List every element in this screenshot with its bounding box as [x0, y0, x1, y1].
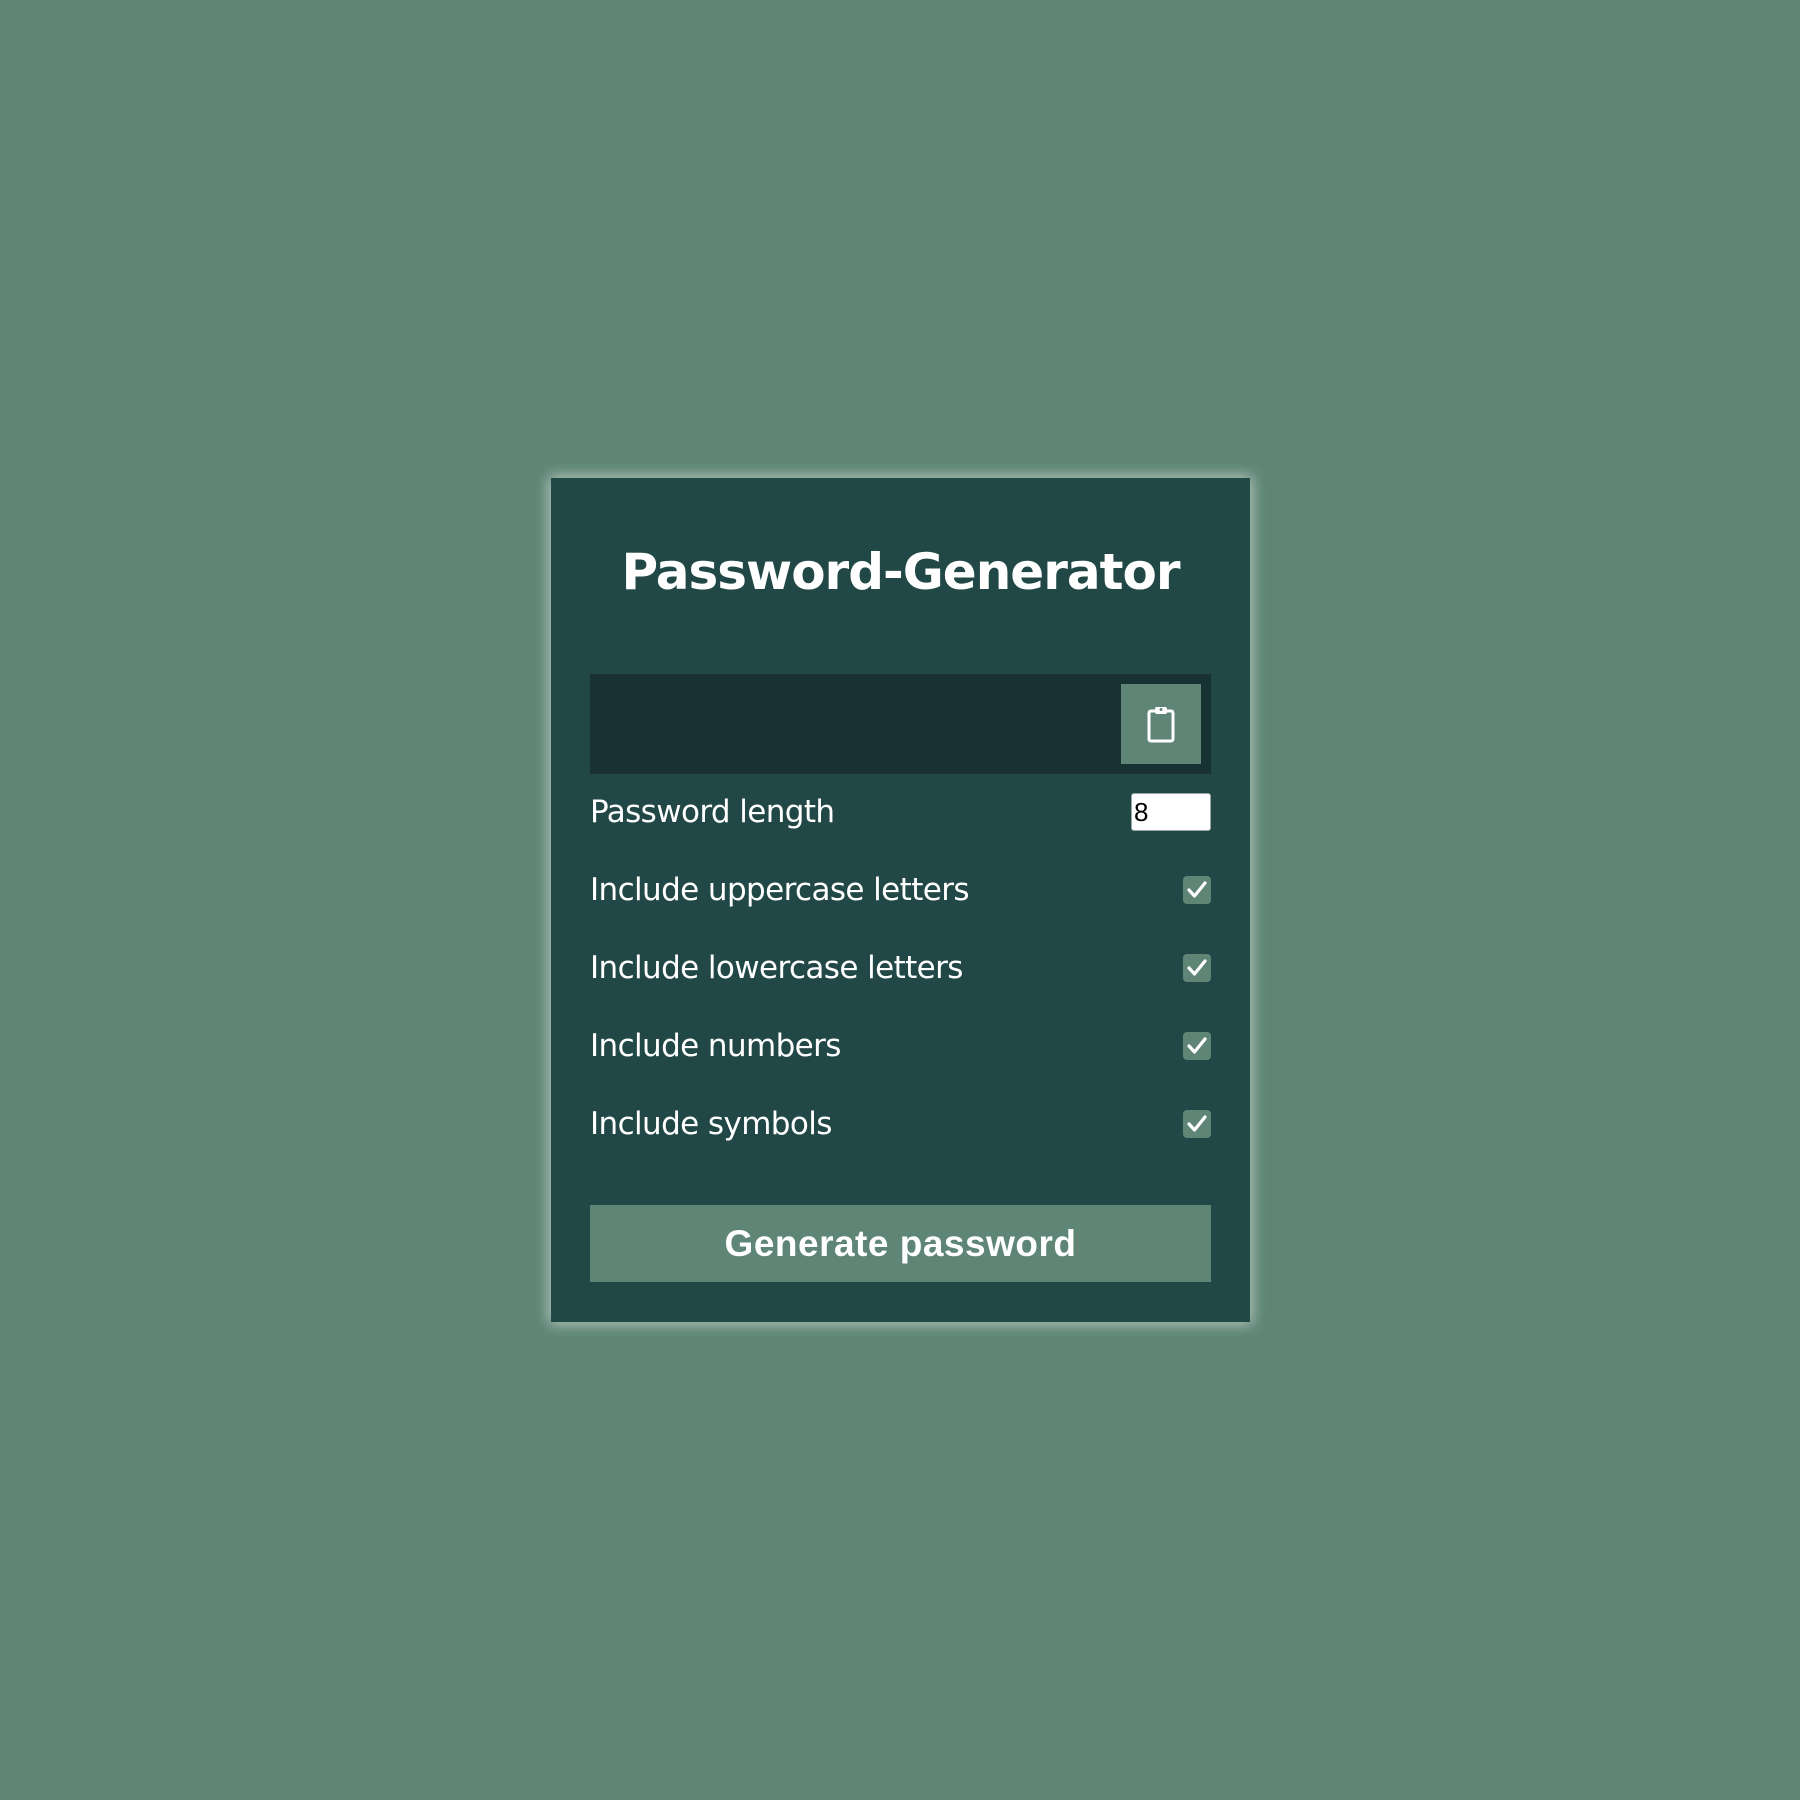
checkmark-icon: [1187, 1037, 1207, 1054]
checkmark-icon: [1187, 959, 1207, 976]
password-generator-card: Password-Generator Password length Inclu…: [551, 478, 1250, 1322]
page-title: Password-Generator: [621, 543, 1180, 601]
checkmark-icon: [1187, 1115, 1207, 1132]
copy-to-clipboard-button[interactable]: [1121, 684, 1201, 764]
password-length-input[interactable]: [1131, 793, 1211, 831]
setting-numbers: Include numbers: [590, 1024, 1211, 1068]
setting-symbols: Include symbols: [590, 1102, 1211, 1146]
checkmark-icon: [1187, 881, 1207, 898]
password-result-container: [590, 674, 1211, 774]
symbols-checkbox[interactable]: [1183, 1110, 1211, 1138]
setting-uppercase: Include uppercase letters: [590, 868, 1211, 912]
numbers-label: Include numbers: [590, 1028, 841, 1064]
symbols-label: Include symbols: [590, 1106, 832, 1142]
password-length-label: Password length: [590, 794, 835, 830]
generate-password-button[interactable]: Generate password: [590, 1205, 1211, 1282]
lowercase-label: Include lowercase letters: [590, 950, 963, 986]
lowercase-checkbox[interactable]: [1183, 954, 1211, 982]
setting-lowercase: Include lowercase letters: [590, 946, 1211, 990]
uppercase-label: Include uppercase letters: [590, 872, 970, 908]
numbers-checkbox[interactable]: [1183, 1032, 1211, 1060]
uppercase-checkbox[interactable]: [1183, 876, 1211, 904]
clipboard-icon: [1147, 707, 1175, 743]
setting-password-length: Password length: [590, 790, 1211, 834]
